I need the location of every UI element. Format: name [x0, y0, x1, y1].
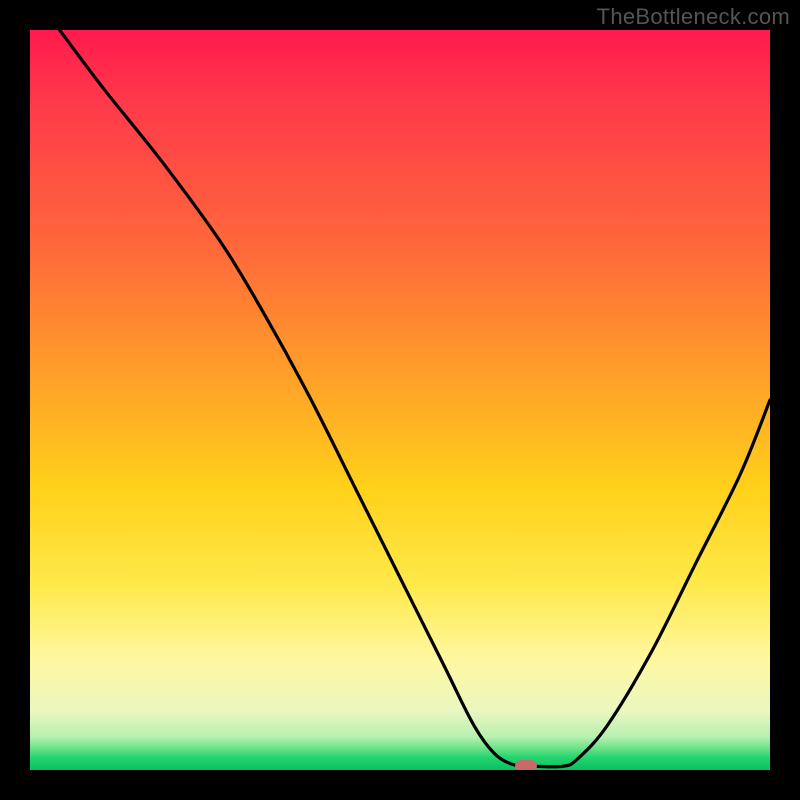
optimum-marker — [515, 760, 537, 770]
heatmap-background — [30, 30, 770, 770]
watermark-text: TheBottleneck.com — [597, 4, 790, 30]
chart-container: TheBottleneck.com — [0, 0, 800, 800]
plot-area — [30, 30, 770, 770]
